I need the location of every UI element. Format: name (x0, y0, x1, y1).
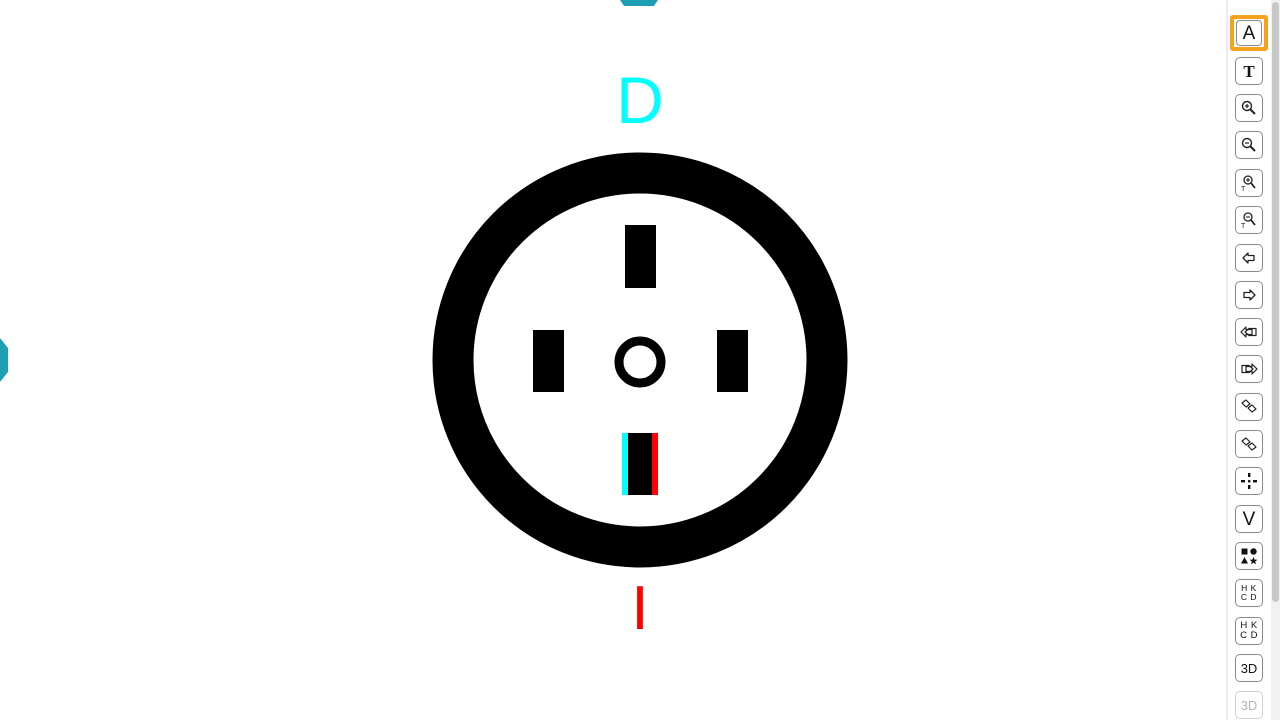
three-d-icon: 3D (1240, 660, 1258, 676)
top-edge-marker (620, 0, 658, 6)
top-letter: D (616, 63, 664, 137)
double-arrow-left-icon (1240, 326, 1257, 338)
zoom-in-icon (1241, 100, 1256, 115)
svg-text:T: T (1241, 186, 1246, 193)
letter-v-icon: V (1242, 508, 1256, 530)
bottom-letter: I (631, 574, 649, 643)
tool-shapes-button[interactable] (1235, 542, 1263, 570)
tool-text-zoom-out-button[interactable]: T (1235, 206, 1263, 234)
bottom-slot-red-edge (652, 433, 658, 495)
tool-rotate-clockwise-button[interactable] (1235, 393, 1263, 421)
zoom-out-icon (1241, 137, 1256, 152)
tool-letter-a-button[interactable]: A (1230, 15, 1268, 51)
center-hole (614, 336, 666, 388)
tool-arrow-right-button[interactable] (1235, 281, 1263, 309)
tool-three-d-button[interactable]: 3D (1235, 654, 1263, 682)
rotate-clockwise-icon (1241, 399, 1257, 413)
cross-target-icon (1241, 473, 1257, 489)
tool-rotate-counterclockwise-button[interactable] (1235, 430, 1263, 458)
hkcd-icon: H K C D (1240, 620, 1258, 641)
bottom-slot-cyan-edge (622, 433, 628, 495)
tool-zoom-in-button[interactable] (1235, 94, 1263, 122)
scrollbar-thumb[interactable] (1272, 2, 1279, 602)
bottom-slot (628, 433, 652, 495)
arrow-right-icon (1243, 289, 1256, 301)
letter-a-icon: A (1242, 22, 1256, 44)
text-zoom-in-icon: T (1241, 175, 1256, 193)
tool-text-zoom-in-button[interactable]: T (1235, 169, 1263, 197)
shapes-icon (1241, 548, 1258, 565)
tool-hkcd-small-button[interactable]: H K C D (1235, 579, 1263, 607)
right-slot (717, 330, 748, 392)
svg-text:T: T (1241, 223, 1246, 230)
double-arrow-right-icon (1241, 363, 1258, 375)
tool-hkcd-button[interactable]: H K C D (1235, 617, 1263, 645)
three-d-animated-icon: 3D (1240, 697, 1258, 713)
letter-t-icon: T (1243, 61, 1255, 81)
top-slot (625, 225, 656, 288)
chart-canvas: D I (0, 0, 1226, 720)
left-slot (533, 330, 564, 392)
tool-cross-target-button[interactable] (1235, 467, 1263, 495)
text-zoom-out-icon: T (1241, 212, 1256, 230)
tool-double-arrow-left-button[interactable] (1235, 318, 1263, 346)
arrow-left-icon (1242, 252, 1255, 264)
socket-optotype (432, 152, 848, 568)
hkcd-small-icon: H K C D (1240, 583, 1258, 602)
toolbar-scrollbar[interactable] (1271, 0, 1280, 720)
tool-sidebar: A T T T V H K C D H K C D 3D 3D (1228, 0, 1270, 720)
tool-double-arrow-right-button[interactable] (1235, 355, 1263, 383)
rotate-counterclockwise-icon (1241, 437, 1257, 451)
tool-zoom-out-button[interactable] (1235, 131, 1263, 159)
tool-arrow-left-button[interactable] (1235, 244, 1263, 272)
tool-letter-a-frame: A (1236, 20, 1262, 46)
left-edge-marker (0, 338, 8, 382)
tool-three-d-animated-button[interactable]: 3D (1235, 691, 1263, 719)
tool-letter-t-button[interactable]: T (1235, 57, 1263, 85)
tool-letter-v-button[interactable]: V (1235, 505, 1263, 533)
